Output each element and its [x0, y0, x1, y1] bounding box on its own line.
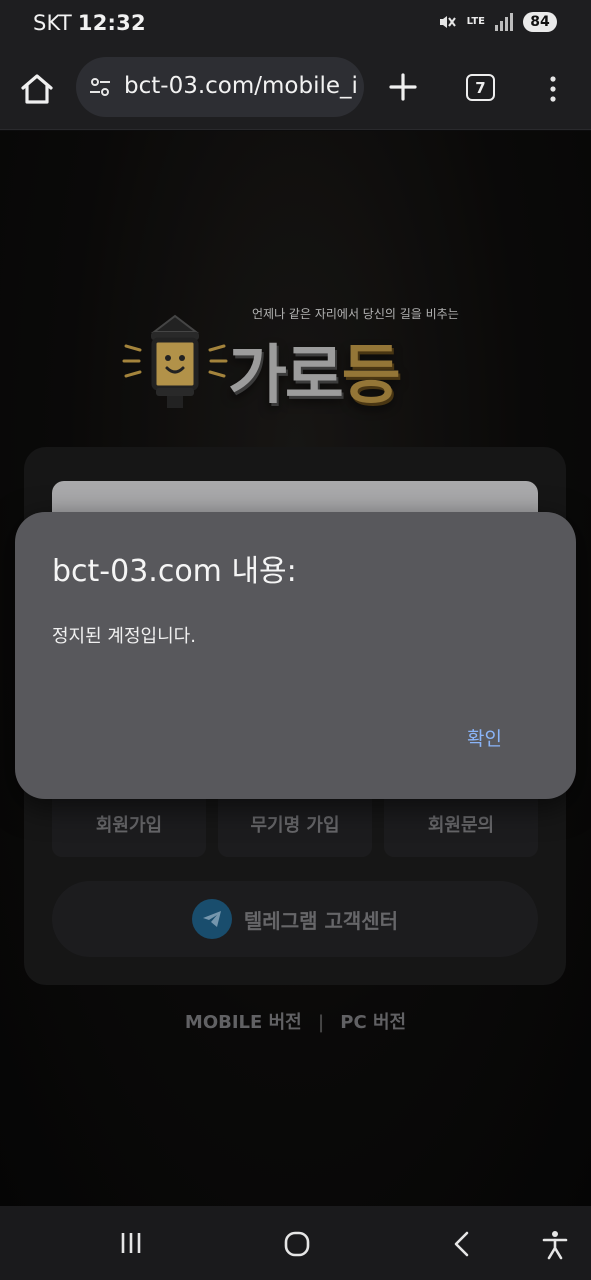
home-icon[interactable]	[18, 70, 56, 108]
dialog-title: bct-03.com 내용:	[52, 554, 297, 589]
navigation-bar	[0, 1206, 591, 1280]
tab-count: 7	[475, 78, 486, 97]
clock: 12:32	[77, 11, 146, 35]
status-bar: SKT 12:32 LTE 84	[0, 0, 591, 48]
status-left: SKT 12:32	[33, 11, 146, 35]
ok-button[interactable]: 확인	[467, 724, 502, 751]
battery-level: 84	[530, 14, 550, 30]
home-button-icon[interactable]	[283, 1230, 311, 1258]
dialog-message: 정지된 계정입니다.	[52, 626, 196, 647]
tab-switcher-button[interactable]: 7	[466, 74, 495, 101]
mute-icon	[439, 16, 456, 28]
browser-toolbar: bct-03.com/mobile_i 7	[0, 48, 591, 130]
alert-dialog: bct-03.com 내용: 정지된 계정입니다. 확인	[15, 512, 576, 799]
back-icon[interactable]	[450, 1230, 474, 1258]
signal-icon	[495, 13, 513, 31]
network-label: LTE	[466, 16, 485, 27]
accessibility-icon[interactable]	[541, 1230, 569, 1260]
more-menu-icon[interactable]	[547, 74, 559, 104]
site-settings-icon[interactable]	[88, 75, 112, 99]
carrier-label: SKT	[33, 11, 72, 35]
address-bar[interactable]: bct-03.com/mobile_i	[76, 57, 364, 117]
url-text[interactable]: bct-03.com/mobile_i	[124, 73, 360, 99]
recent-apps-icon[interactable]	[118, 1230, 144, 1256]
status-right: LTE 84	[437, 12, 557, 32]
battery-icon: 84	[523, 12, 557, 32]
new-tab-icon[interactable]	[386, 70, 420, 104]
